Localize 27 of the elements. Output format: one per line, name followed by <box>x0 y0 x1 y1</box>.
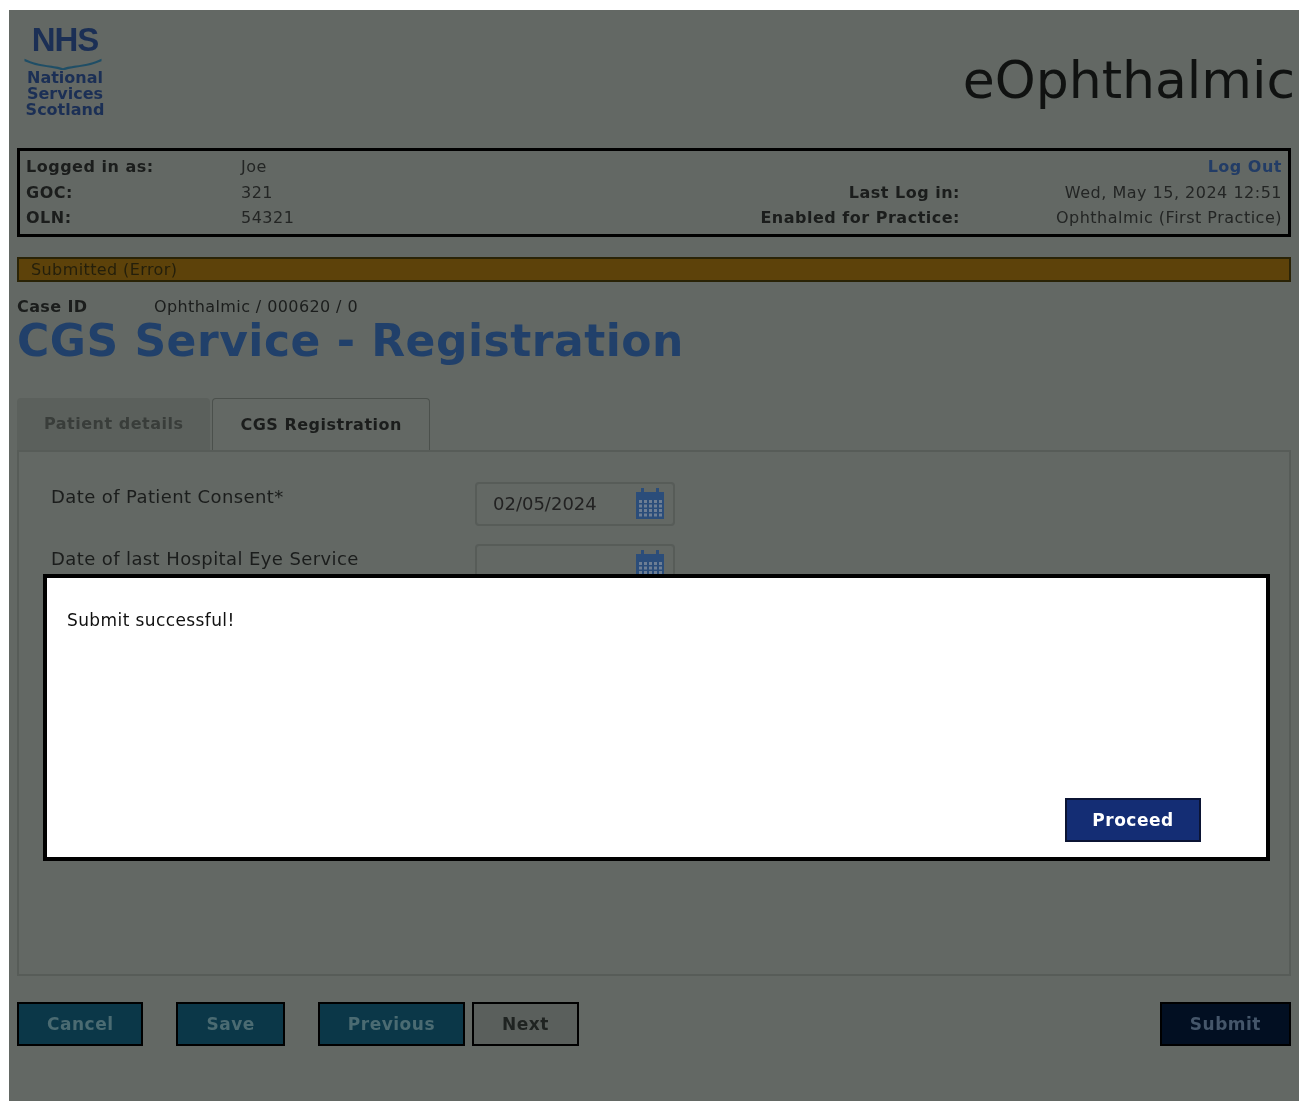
page-title: CGS Service - Registration <box>17 315 685 366</box>
status-banner: Submitted (Error) <box>17 256 1291 282</box>
log-out-link[interactable]: Log Out <box>1207 154 1282 180</box>
info-value: 321 <box>241 181 274 204</box>
nhs-logo: NHS National Services Scotland <box>23 24 106 118</box>
info-value: Joe <box>241 156 267 178</box>
date-field[interactable]: 02/05/2024 <box>475 481 675 526</box>
info-label: Logged in as: <box>26 156 155 178</box>
info-label: OLN: <box>26 207 73 229</box>
tab[interactable]: CGS Registration <box>212 397 430 450</box>
case-id-label: Case ID <box>17 296 89 316</box>
field-label: Date of Patient Consent* <box>51 484 285 509</box>
info-label: GOC: <box>26 181 74 204</box>
dialog-message: Submit successful! <box>67 610 235 630</box>
action-button[interactable]: Save <box>176 1001 285 1046</box>
submit-button[interactable]: Submit <box>1159 1001 1291 1046</box>
proceed-button[interactable]: Proceed <box>1065 798 1201 842</box>
info-value: Ophthalmic (First Practice) <box>1054 207 1282 229</box>
action-button[interactable]: Previous <box>317 1001 465 1046</box>
field-label: Date of last Hospital Eye Service <box>51 546 360 571</box>
action-button[interactable]: Cancel <box>17 1001 144 1046</box>
info-label: Enabled for Practice: <box>760 207 960 229</box>
app-title: eOphthalmic <box>962 50 1295 110</box>
info-label: Last Log in: <box>848 181 960 204</box>
case-id-value: Ophthalmic / 000620 / 0 <box>154 296 358 316</box>
info-value: Wed, May 15, 2024 12:51 <box>1063 181 1282 204</box>
info-value: 54321 <box>241 207 295 229</box>
